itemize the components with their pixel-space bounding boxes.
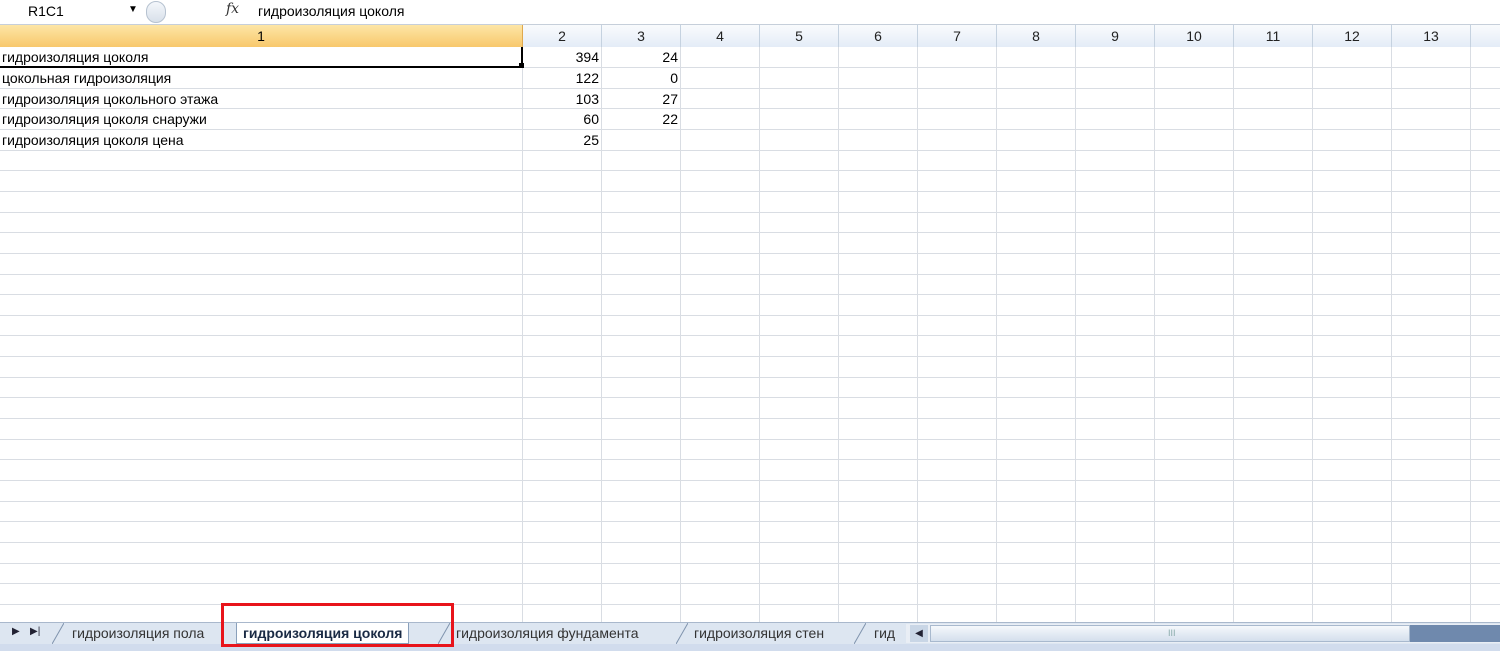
row-gridline xyxy=(0,212,1500,213)
active-cell-border xyxy=(0,47,523,68)
cell-r2c1[interactable]: цокольная гидроизоляция xyxy=(0,68,522,88)
column-header-11[interactable]: 11 xyxy=(1234,25,1313,47)
row-gridline xyxy=(0,294,1500,295)
column-header-4[interactable]: 4 xyxy=(681,25,760,47)
highlight-box xyxy=(221,603,454,647)
column-header-10[interactable]: 10 xyxy=(1155,25,1234,47)
column-header-row: 1 2 3 4 5 6 7 8 9 10 11 12 13 xyxy=(0,25,1500,48)
sheet-tab-truncated[interactable]: гид xyxy=(868,623,904,644)
next-sheet-icon[interactable]: ▶ xyxy=(12,626,20,637)
horizontal-scrollbar[interactable]: ◀ III xyxy=(906,624,1500,643)
formula-bar: R1C1 ▼ fx гидроизоляция цоколя xyxy=(0,0,1500,25)
column-header-5[interactable]: 5 xyxy=(760,25,839,47)
row-gridline xyxy=(0,480,1500,481)
row-gridline xyxy=(0,459,1500,460)
row-gridline xyxy=(0,501,1500,502)
cell-r3c1[interactable]: гидроизоляция цокольного этажа xyxy=(0,89,522,109)
row-gridline xyxy=(0,232,1500,233)
row-gridline xyxy=(0,274,1500,275)
name-box-value: R1C1 xyxy=(28,3,64,19)
scroll-left-icon[interactable]: ◀ xyxy=(910,625,928,642)
column-header-14[interactable] xyxy=(1471,25,1500,47)
row-gridline xyxy=(0,563,1500,564)
cell-r1c3[interactable]: 24 xyxy=(602,47,681,67)
column-header-8[interactable]: 8 xyxy=(997,25,1076,47)
column-header-6[interactable]: 6 xyxy=(839,25,918,47)
row-gridline xyxy=(0,397,1500,398)
formula-bar-handle[interactable] xyxy=(146,1,166,23)
spreadsheet-grid[interactable]: гидроизоляция цоколя 394 24 цокольная ги… xyxy=(0,47,1500,622)
grip-icon: III xyxy=(1168,628,1176,638)
cell-r2c2[interactable]: 122 xyxy=(523,68,602,88)
name-box[interactable]: R1C1 ▼ xyxy=(0,0,140,23)
cell-r5c3[interactable] xyxy=(602,130,681,150)
column-header-13[interactable]: 13 xyxy=(1392,25,1471,47)
cell-r3c2[interactable]: 103 xyxy=(523,89,602,109)
tab-divider xyxy=(676,623,688,644)
cell-r3c3[interactable]: 27 xyxy=(602,89,681,109)
last-sheet-icon[interactable]: ▶| xyxy=(30,626,40,637)
row-gridline xyxy=(0,150,1500,151)
column-header-7[interactable]: 7 xyxy=(918,25,997,47)
column-header-12[interactable]: 12 xyxy=(1313,25,1392,47)
fill-handle[interactable] xyxy=(519,63,524,68)
row-gridline xyxy=(0,335,1500,336)
cell-r5c1[interactable]: гидроизоляция цоколя цена xyxy=(0,130,522,150)
row-gridline xyxy=(0,521,1500,522)
row-gridline xyxy=(0,583,1500,584)
cell-r4c1[interactable]: гидроизоляция цоколя снаружи xyxy=(0,109,522,129)
scroll-track-end xyxy=(1410,625,1500,642)
row-gridline xyxy=(0,377,1500,378)
cell-r1c2[interactable]: 394 xyxy=(523,47,602,67)
row-gridline xyxy=(0,253,1500,254)
sheet-tab-walls[interactable]: гидроизоляция стен xyxy=(688,623,830,644)
column-header-9[interactable]: 9 xyxy=(1076,25,1155,47)
formula-input[interactable]: гидроизоляция цоколя xyxy=(258,3,404,19)
row-gridline xyxy=(0,356,1500,357)
sheet-tab-foundation[interactable]: гидроизоляция фундамента xyxy=(450,623,645,644)
cell-r4c3[interactable]: 22 xyxy=(602,109,681,129)
chevron-down-icon[interactable]: ▼ xyxy=(128,4,138,15)
scroll-thumb[interactable]: III xyxy=(930,625,1410,642)
column-header-2[interactable]: 2 xyxy=(523,25,602,47)
cell-r4c2[interactable]: 60 xyxy=(523,109,602,129)
row-gridline xyxy=(0,315,1500,316)
function-icon[interactable]: fx xyxy=(226,1,239,17)
sheet-tab-floor[interactable]: гидроизоляция пола xyxy=(66,623,210,644)
row-gridline xyxy=(0,439,1500,440)
tab-divider xyxy=(52,623,64,644)
tab-divider xyxy=(854,623,866,644)
row-gridline xyxy=(0,418,1500,419)
row-gridline xyxy=(0,170,1500,171)
column-header-1[interactable]: 1 xyxy=(0,25,523,47)
cell-r2c3[interactable]: 0 xyxy=(602,68,681,88)
column-header-3[interactable]: 3 xyxy=(602,25,681,47)
row-gridline xyxy=(0,191,1500,192)
cell-r5c2[interactable]: 25 xyxy=(523,130,602,150)
row-gridline xyxy=(0,542,1500,543)
